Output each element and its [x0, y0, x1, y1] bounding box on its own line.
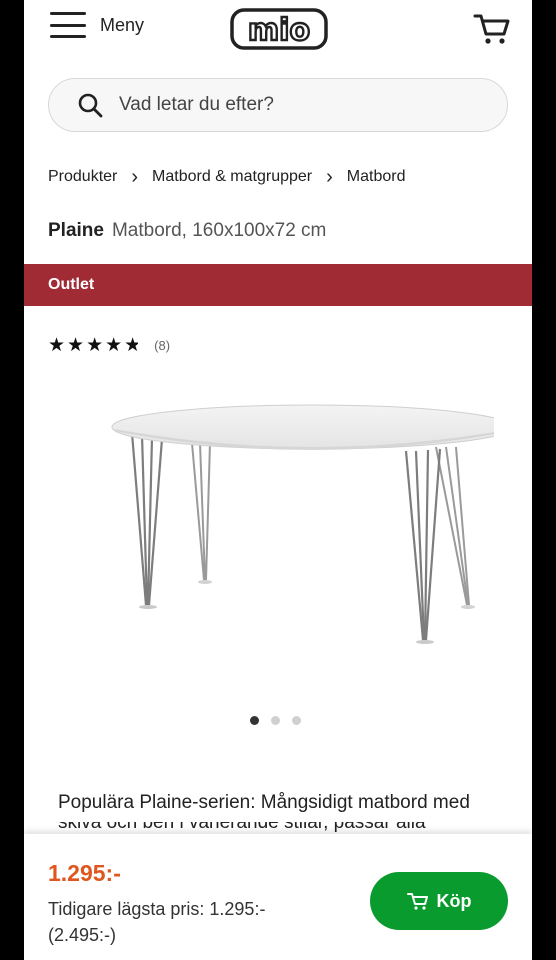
- breadcrumb-item-matbord-matgrupper[interactable]: Matbord & matgrupper: [152, 168, 312, 186]
- chevron-right-icon: ›: [131, 166, 139, 188]
- review-count: (8): [154, 338, 171, 353]
- carousel-dots: [250, 716, 301, 725]
- product-page: Meny mio Produkter › Matbord & matgruppe…: [24, 0, 532, 960]
- carousel-dot[interactable]: [292, 716, 301, 725]
- carousel-dot[interactable]: [250, 716, 259, 725]
- carousel-dot[interactable]: [271, 716, 280, 725]
- buy-button[interactable]: Köp: [370, 872, 508, 930]
- rating[interactable]: ★★★★★ (8): [48, 334, 170, 357]
- cart-icon: [406, 893, 428, 910]
- hamburger-icon: [50, 12, 86, 38]
- search-bar[interactable]: [48, 78, 508, 132]
- top-header: Meny mio: [24, 0, 532, 60]
- previous-lowest-price: Tidigare lägsta pris: 1.295:- (2.495:-): [48, 899, 266, 945]
- product-description: Matbord, 160x100x72 cm: [111, 220, 327, 241]
- search-icon: [78, 93, 103, 118]
- outlet-banner: Outlet: [24, 264, 532, 306]
- product-title: Plaine Matbord, 160x100x72 cm: [48, 220, 326, 242]
- search-input[interactable]: [117, 93, 481, 117]
- mio-logo[interactable]: mio: [229, 7, 329, 51]
- product-name: Plaine: [48, 220, 104, 241]
- buy-button-label: Köp: [436, 890, 472, 911]
- cart-icon[interactable]: [472, 10, 512, 46]
- star-rating-icon: ★★★★★: [48, 335, 139, 356]
- breadcrumb: Produkter › Matbord & matgrupper › Matbo…: [48, 166, 406, 188]
- breadcrumb-item-matbord[interactable]: Matbord: [347, 168, 406, 186]
- menu-label: Meny: [100, 14, 145, 35]
- product-intro-text: Populära Plaine-serien: Mångsidigt matbo…: [58, 792, 470, 813]
- breadcrumb-item-produkter[interactable]: Produkter: [48, 168, 117, 186]
- chevron-right-icon: ›: [326, 166, 333, 188]
- logo-text: mio: [248, 13, 310, 48]
- oval-dining-table-image[interactable]: [84, 395, 494, 655]
- price: 1.295:-: [48, 860, 121, 886]
- menu-button[interactable]: Meny: [50, 12, 144, 38]
